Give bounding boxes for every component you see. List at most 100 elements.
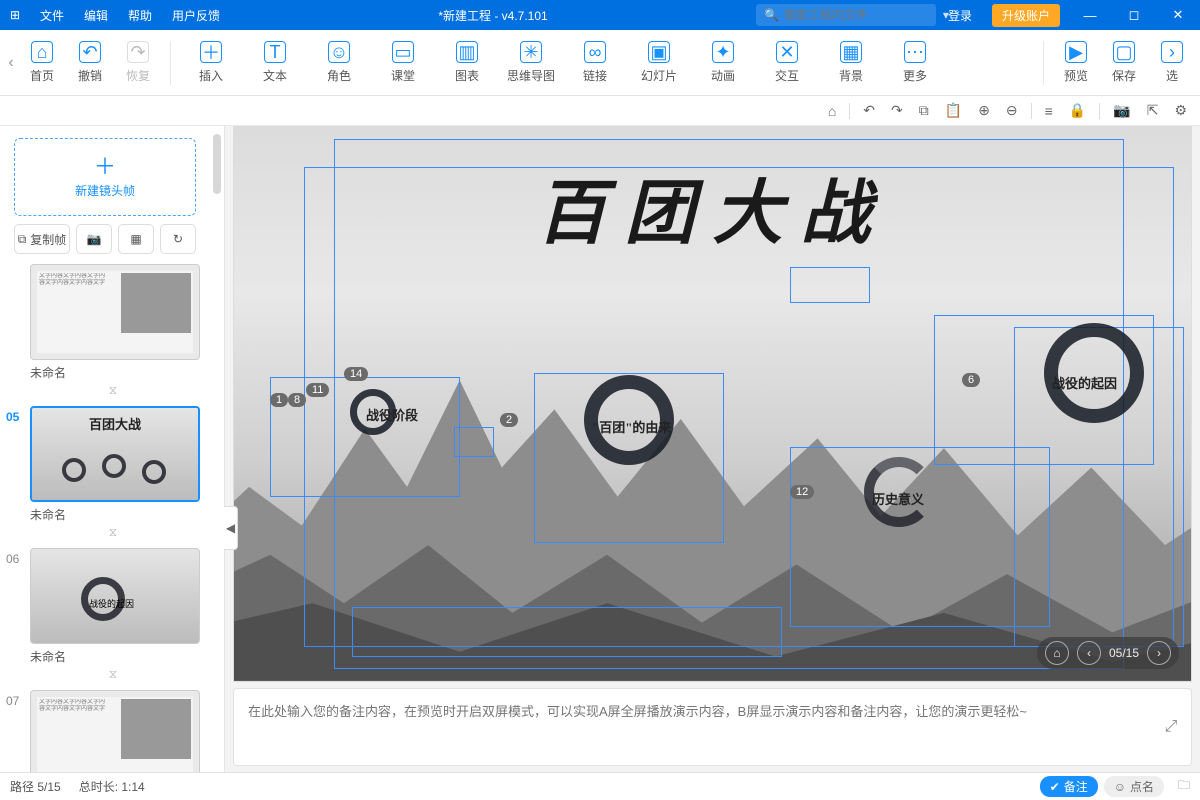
toolbar-图表-button[interactable]: ▥图表	[435, 35, 499, 90]
mini-home-icon[interactable]: ⌂	[825, 101, 839, 121]
loop-action-button[interactable]: ↻	[160, 224, 196, 254]
notes-expand-button[interactable]: ⤢	[1151, 689, 1191, 765]
status-folder-icon[interactable]: 🗀	[1178, 776, 1190, 797]
canvas-marker[interactable]: 6	[962, 373, 980, 387]
notes-toggle-button[interactable]: ✔备注	[1040, 776, 1098, 797]
menu-file[interactable]: 文件	[30, 7, 74, 24]
toolbar-动画-button[interactable]: ✦ 动画	[691, 35, 755, 90]
slide-thumbnail[interactable]: 战役的起因	[30, 548, 200, 644]
app-logo-icon: ⊞	[0, 8, 30, 22]
toolbar-角色-button[interactable]: ☺角色	[307, 35, 371, 90]
toolbar-更多-button[interactable]: ⋯ 更多	[883, 35, 947, 90]
mini-undo-icon[interactable]: ↶	[860, 100, 878, 121]
canvas-mini-toolbar: ⌂ ↶ ↷ ⧉ 📋 ⊕ ⊖ ≡ 🔒 📷 ⇱ ⚙	[0, 96, 1200, 126]
slide-thumbnail[interactable]: 百团大战	[30, 406, 200, 502]
slide-card[interactable]: 07文字内容文字内容文字内容文字内容文字内容文字⧖	[30, 690, 196, 772]
mini-zoomin-icon[interactable]: ⊕	[975, 100, 993, 121]
menu-help[interactable]: 帮助	[118, 7, 162, 24]
camera-action-button[interactable]: 📷	[76, 224, 112, 254]
toolbar-icon: ▣	[648, 41, 670, 63]
toolbar-icon: ☺	[328, 41, 350, 63]
slide-thumbnail[interactable]: 文字内容文字内容文字内容文字内容文字内容文字	[30, 690, 200, 772]
mini-paste-icon[interactable]: 📋	[942, 100, 965, 121]
mini-export-icon[interactable]: ⇱	[1144, 100, 1162, 121]
sidebar-collapse-button[interactable]: ◀	[224, 506, 238, 550]
search-box[interactable]: 🔍 ▾	[756, 4, 936, 26]
rollcall-button[interactable]: ☺点名	[1104, 776, 1164, 797]
toolbar-链接-button[interactable]: ∞链接	[563, 35, 627, 90]
ink-label-b[interactable]: "百团"的由来	[592, 417, 671, 436]
slide-card[interactable]: 06战役的起因未命名⧖	[30, 548, 196, 682]
mini-settings-icon[interactable]: ⚙	[1171, 100, 1190, 121]
ink-label-a[interactable]: 战役阶段	[366, 405, 418, 424]
close-button[interactable]: ✕	[1156, 7, 1200, 23]
editor-canvas[interactable]: 百团大战 战役阶段 "百团"的由来 历史意义 战役的起因 14 11 1	[233, 126, 1192, 682]
toolbar-幻灯片-button[interactable]: ▣幻灯片	[627, 35, 691, 90]
toolbar-icon: ⋯	[904, 41, 926, 63]
ink-label-c[interactable]: 历史意义	[872, 489, 924, 508]
copy-frame-button[interactable]: ⧉ 复制帧	[14, 224, 70, 254]
toolbar-保存-button[interactable]: ▢保存	[1100, 35, 1148, 90]
slide-card[interactable]: 05百团大战未命名⧖	[30, 406, 196, 540]
canvas-marker[interactable]: 11	[306, 383, 329, 397]
upgrade-button[interactable]: 升级账户	[992, 4, 1060, 27]
transition-icon[interactable]: ⧖	[30, 525, 196, 540]
new-frame-button[interactable]: ＋ 新建镜头帧	[14, 138, 196, 216]
toolbar-label: 更多	[903, 67, 927, 84]
nav-prev-button[interactable]: ‹	[1077, 641, 1101, 665]
sidebar-scrollbar[interactable]	[210, 126, 224, 772]
toolbar-首页-button[interactable]: ⌂首页	[18, 35, 66, 90]
toolbar-课堂-button[interactable]: ▭课堂	[371, 35, 435, 90]
toolbar-恢复-button[interactable]: ↷恢复	[114, 35, 162, 90]
canvas-marker[interactable]: 12	[790, 485, 814, 499]
toolbar-交互-button[interactable]: ✕交互	[755, 35, 819, 90]
canvas-marker[interactable]: 8	[288, 393, 306, 407]
transition-icon[interactable]: ⧖	[30, 667, 196, 682]
canvas-marker[interactable]: 14	[344, 367, 368, 381]
nav-home-icon[interactable]: ⌂	[1045, 641, 1069, 665]
slide-number: 06	[6, 552, 19, 566]
mini-copy-icon[interactable]: ⧉	[916, 100, 932, 121]
toolbar-scroll-left[interactable]: ‹	[4, 54, 18, 72]
status-duration: 总时长: 1:14	[79, 778, 145, 795]
ink-label-d[interactable]: 战役的起因	[1052, 373, 1117, 392]
slide-name-label: 未命名	[30, 364, 196, 381]
toolbar-icon: ▶	[1065, 41, 1087, 63]
toolbar-label: 首页	[30, 67, 54, 84]
toolbar-label: 思维导图	[507, 67, 555, 84]
selection-box[interactable]	[454, 427, 494, 457]
mini-lock-icon[interactable]: 🔒	[1066, 100, 1089, 121]
maximize-button[interactable]: ◻	[1112, 7, 1156, 23]
minimize-button[interactable]: ―	[1068, 8, 1112, 23]
selection-box[interactable]	[352, 607, 782, 657]
slide-name-label: 未命名	[30, 506, 196, 523]
search-dropdown-icon[interactable]: ▾	[943, 8, 949, 22]
menu-feedback[interactable]: 用户反馈	[162, 7, 230, 24]
qr-action-button[interactable]: ▦	[118, 224, 154, 254]
toolbar-文本-button[interactable]: T文本	[243, 35, 307, 90]
mini-camera-icon[interactable]: 📷	[1110, 100, 1133, 121]
menu-edit[interactable]: 编辑	[74, 7, 118, 24]
toolbar-背景-button[interactable]: ▦背景	[819, 35, 883, 90]
mini-redo-icon[interactable]: ↷	[888, 100, 906, 121]
transition-icon[interactable]: ⧖	[30, 383, 196, 398]
qr-icon: ▦	[130, 232, 141, 246]
canvas-marker[interactable]: 1	[270, 393, 288, 407]
slide-thumbnail[interactable]: 文字内容文字内容文字内容文字内容文字内容文字	[30, 264, 200, 360]
search-input[interactable]	[784, 8, 939, 22]
mini-zoomout-icon[interactable]: ⊖	[1003, 100, 1021, 121]
toolbar-撤销-button[interactable]: ↶撤销	[66, 35, 114, 90]
toolbar-预览-button[interactable]: ▶预览	[1052, 35, 1100, 90]
canvas-marker[interactable]: 2	[500, 413, 518, 427]
toolbar-label: 动画	[711, 67, 735, 84]
toolbar-思维导图-button[interactable]: ✳思维导图	[499, 35, 563, 90]
nav-next-button[interactable]: ›	[1147, 641, 1171, 665]
toolbar-插入-button[interactable]: ＋插入	[179, 35, 243, 90]
toolbar-icon: ∞	[584, 41, 606, 63]
slide-card[interactable]: 文字内容文字内容文字内容文字内容文字内容文字未命名⧖	[30, 264, 196, 398]
toolbar-icon: ✦	[712, 41, 734, 63]
toolbar-label: 背景	[839, 67, 863, 84]
toolbar-选-button[interactable]: ›选	[1148, 35, 1196, 90]
notes-input[interactable]	[234, 689, 1151, 765]
mini-align-icon[interactable]: ≡	[1042, 101, 1056, 121]
